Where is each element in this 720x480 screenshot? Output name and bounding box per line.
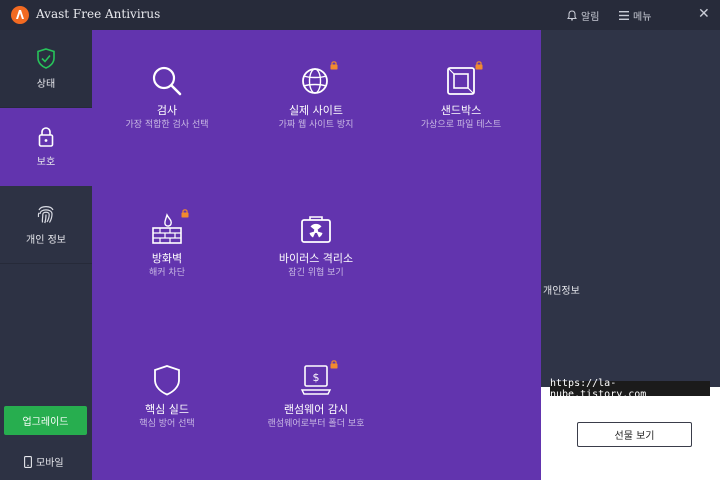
sidebar-item-label: 보호	[36, 156, 56, 168]
svg-text:$: $	[313, 371, 320, 384]
lock-badge-icon	[330, 61, 338, 70]
lock-badge-icon	[181, 209, 189, 218]
menu-label: 메뉴	[633, 12, 652, 23]
upgrade-button[interactable]: 업그레이드	[4, 406, 87, 435]
tile-title: 검사	[156, 104, 178, 117]
close-button[interactable]: ✕	[698, 6, 710, 22]
tile-subtitle: 핵심 방어 선택	[139, 419, 195, 429]
mobile-phone-icon	[24, 455, 32, 468]
privacy-label: 개인정보	[543, 286, 580, 297]
magnifier-icon	[150, 64, 184, 98]
tile-subtitle: 해커 차단	[149, 268, 185, 278]
tile-quarantine[interactable]: 바이러스 격리소 잠긴 위협 보기	[241, 212, 391, 280]
lock-icon	[38, 126, 54, 147]
tile-subtitle: 랜섬웨어로부터 폴더 보호	[267, 419, 365, 429]
sidebar-item-privacy[interactable]: 개인 정보	[0, 186, 92, 264]
tile-subtitle: 가장 적합한 검사 선택	[125, 120, 209, 130]
sidebar: 상태 보호 개인 정보 업그레이드 모바일	[0, 30, 92, 480]
tile-title: 샌드박스	[440, 104, 482, 117]
mobile-label: 모바일	[36, 458, 64, 469]
sidebar-item-label: 상태	[36, 78, 56, 90]
globe-icon	[299, 61, 338, 98]
tile-real-site[interactable]: 실제 사이트 가짜 웹 사이트 방지	[241, 61, 391, 132]
tile-subtitle: 잠긴 위협 보기	[288, 268, 344, 278]
protection-panel: 검사 가장 적합한 검사 선택 실제 사이트 가짜 웹 사이트 방지 샌드박스 …	[92, 30, 541, 480]
ransomware-icon: $	[299, 360, 338, 397]
bell-icon	[567, 10, 577, 21]
tile-title: 핵심 실드	[145, 403, 189, 416]
tile-title: 랜섬웨어 감시	[283, 403, 349, 416]
firewall-icon	[150, 209, 189, 246]
title-bar: Avast Free Antivirus 알림 메뉴 ✕	[0, 0, 720, 30]
shield-check-icon	[37, 47, 55, 69]
shield-icon	[150, 363, 184, 397]
mobile-button[interactable]: 모바일	[24, 454, 64, 469]
sidebar-item-label: 개인 정보	[26, 235, 66, 246]
fingerprint-icon	[37, 206, 54, 224]
tile-title: 바이러스 격리소	[278, 252, 354, 265]
tile-subtitle: 가짜 웹 사이트 방지	[278, 120, 354, 130]
view-gift-button[interactable]: 선물 보기	[577, 422, 692, 447]
tile-core-shields[interactable]: 핵심 실드 핵심 방어 선택	[92, 363, 242, 431]
sidebar-item-status[interactable]: 상태	[0, 30, 92, 108]
sidebar-item-protection[interactable]: 보호	[0, 108, 92, 186]
tile-subtitle: 가상으로 파일 테스트	[420, 120, 502, 130]
tile-firewall[interactable]: 방화벽 해커 차단	[92, 209, 242, 280]
avast-logo	[11, 6, 29, 24]
app-title: Avast Free Antivirus	[36, 7, 161, 21]
quarantine-icon	[299, 212, 333, 246]
hamburger-icon	[619, 11, 629, 20]
sandbox-icon	[444, 61, 483, 98]
tile-title: 방화벽	[151, 252, 183, 265]
tile-sandbox[interactable]: 샌드박스 가상으로 파일 테스트	[386, 61, 536, 132]
menu-button[interactable]: 메뉴	[619, 8, 651, 23]
tile-scan[interactable]: 검사 가장 적합한 검사 선택	[92, 64, 242, 132]
lock-badge-icon	[475, 61, 483, 70]
notifications-button[interactable]: 알림	[567, 8, 599, 23]
url-watermark: https://la-nube.tistory.com	[550, 378, 710, 400]
tile-title: 실제 사이트	[288, 104, 344, 117]
notifications-label: 알림	[581, 12, 600, 23]
tile-ransomware[interactable]: $ 랜섬웨어 감시 랜섬웨어로부터 폴더 보호	[241, 360, 391, 431]
lock-badge-icon	[330, 360, 338, 369]
